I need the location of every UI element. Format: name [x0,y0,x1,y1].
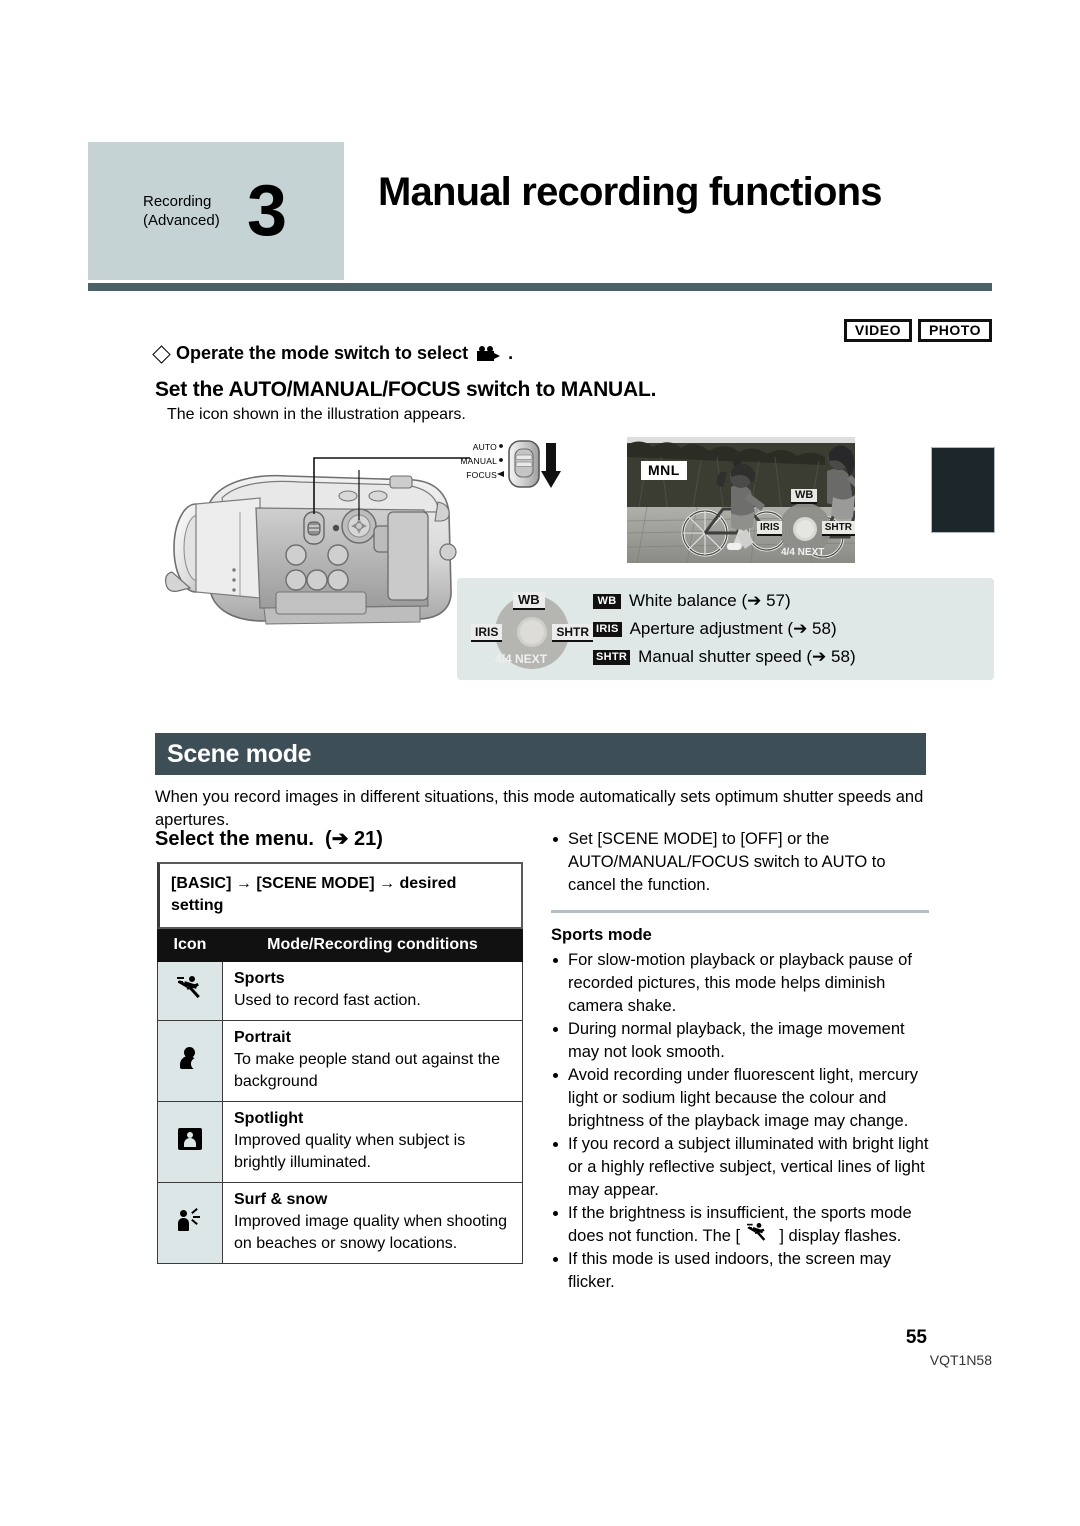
table-col-icon: Icon [157,929,223,962]
desc-cell-spotlight: Spotlight Improved quality when subject … [222,1101,523,1183]
header-divider-rule [88,283,992,291]
auto-manual-focus-switch-callout: AUTO MANUAL FOCUS [445,436,565,496]
sports-runner-icon [177,975,203,1000]
legend-item-list: WB White balance (➔ 57) IRIS Aperture ad… [593,587,856,671]
camcorder-illustration [152,440,472,630]
chapter-kicker-line1: Recording [143,193,212,210]
mode-name-sports: Sports [234,970,285,987]
mode-desc-portrait: To make people stand out against the bac… [234,1051,500,1090]
select-menu-ref: 21 [354,828,377,850]
desc-cell-sports: Sports Used to record fast action. [222,961,523,1021]
table-row: Portrait To make people stand out agains… [157,1020,523,1102]
chapter-header-band: Recording (Advanced) 3 [88,142,344,280]
lcd-screen-illustration: MNL WB IRIS SHTR 4/4 NEXT [627,437,855,563]
legend-joystick-up-label: WB [513,592,545,610]
menu-path-box: [BASIC] → [SCENE MODE] → desired setting [157,862,523,929]
mode-name-spotlight: Spotlight [234,1110,304,1127]
chapter-kicker-line2: (Advanced) [143,212,220,229]
legend-item-1-ref: 58 [812,619,831,638]
legend-joystick-left-label: IRIS [471,624,503,642]
media-type-badges: VIDEO PHOTO [843,319,992,342]
list-item: If this mode is used indoors, the screen… [551,1248,929,1294]
legend-item-1-text: Aperture adjustment [629,619,783,638]
mnl-mode-badge: MNL [641,461,687,480]
iris-tag-icon: IRIS [593,621,622,637]
legend-item-2-ref: 58 [831,647,850,666]
lcd-joystick-down-label: 4/4 NEXT [781,547,825,558]
icon-cell-sports [157,961,223,1021]
chapter-kicker: Recording (Advanced) [143,192,243,230]
select-menu-heading-text: Select the menu. [155,828,314,850]
operate-mode-switch-text: Operate the mode switch to select [176,343,469,363]
chapter-number: 3 [247,171,287,251]
table-row: Surf & snow Improved image quality when … [157,1182,523,1264]
lcd-joystick-overlay: WB IRIS SHTR 4/4 NEXT [757,489,855,561]
mode-desc-sports: Used to record fast action. [234,992,421,1009]
mode-desc-surf-snow: Improved image quality when shooting on … [234,1213,508,1252]
legend-joystick-right-label: SHTR [552,624,593,642]
top-bullet-list: Set [SCENE MODE] to [OFF] or the AUTO/MA… [551,828,929,897]
desc-cell-portrait: Portrait To make people stand out agains… [222,1020,523,1102]
spotlight-icon [178,1127,202,1150]
legend-item-2-text: Manual shutter speed [638,647,802,666]
legend-joystick-down-label: 4/4 NEXT [495,652,548,666]
list-item: Avoid recording under fluorescent light,… [551,1064,929,1133]
mode-desc-spotlight: Improved quality when subject is brightl… [234,1132,466,1171]
badge-photo: PHOTO [917,319,992,342]
legend-joystick-diagram: WB IRIS SHTR 4/4 NEXT [471,584,593,676]
mode-name-portrait: Portrait [234,1029,291,1046]
notes-divider [551,910,929,913]
scene-mode-table: Icon Mode/Recording conditions Sports Us… [157,929,523,1264]
icon-cell-portrait [157,1020,223,1102]
table-row: Spotlight Improved quality when subject … [157,1101,523,1183]
step-heading: Set the AUTO/MANUAL/FOCUS switch to MANU… [155,378,657,401]
page-edge-tab-marker [931,447,995,533]
table-row: Sports Used to record fast action. [157,961,523,1021]
inline-sports-runner-icon [746,1223,773,1244]
shtr-tag-icon: SHTR [593,649,631,665]
legend-item-0-text: White balance [629,591,737,610]
operate-trailing-period: . [508,343,514,363]
lcd-joystick-left-label: IRIS [757,521,783,536]
lcd-joystick-up-label: WB [791,489,818,504]
portrait-person-icon [178,1046,204,1071]
sports-mode-heading: Sports mode [551,926,652,944]
legend-item-aperture: IRIS Aperture adjustment (➔ 58) [593,615,856,643]
table-col-mode: Mode/Recording conditions [222,929,523,962]
diamond-bullet-icon [152,344,171,364]
step-subtext: The icon shown in the illustration appea… [167,406,466,423]
list-item-with-icon: If the brightness is insufficient, the s… [551,1202,929,1248]
surf-and-snow-icon [176,1207,204,1232]
list-item: If you record a subject illuminated with… [551,1133,929,1202]
joystick-legend-panel: WB IRIS SHTR 4/4 NEXT WB White balance (… [457,578,994,680]
video-camera-icon [477,346,501,361]
icon-cell-spotlight [157,1101,223,1183]
list-item: Set [SCENE MODE] to [OFF] or the AUTO/MA… [551,828,929,897]
down-arrow-icon [541,443,561,488]
table-header-row: Icon Mode/Recording conditions [157,929,523,962]
legend-item-white-balance: WB White balance (➔ 57) [593,587,856,615]
operate-mode-switch-line: Operate the mode switch to select . [152,343,514,364]
legend-item-0-ref: 57 [766,591,786,610]
icon-bullet-suffix: ] display flashes. [779,1227,902,1245]
list-item: For slow-motion playback or playback pau… [551,949,929,1018]
lcd-joystick-right-label: SHTR [821,521,855,536]
select-menu-heading: Select the menu. (➔ 21) [155,828,383,850]
section-title: Scene mode [167,739,312,768]
legend-item-shutter: SHTR Manual shutter speed (➔ 58) [593,643,856,671]
wb-tag-icon: WB [593,593,621,609]
list-item: During normal playback, the image moveme… [551,1018,929,1064]
icon-cell-surf-snow [157,1182,223,1264]
right-notes-column: Set [SCENE MODE] to [OFF] or the AUTO/MA… [551,828,929,1294]
page-number: 55 [905,1327,927,1348]
document-code: VQT1N58 [929,1352,992,1368]
mode-name-surf-snow: Surf & snow [234,1191,328,1208]
page-title: Manual recording functions [378,170,882,214]
desc-cell-surf-snow: Surf & snow Improved image quality when … [222,1182,523,1264]
section-header-bar: Scene mode [155,733,926,775]
sports-mode-bullet-list: For slow-motion playback or playback pau… [551,949,929,1294]
badge-video: VIDEO [843,319,912,342]
